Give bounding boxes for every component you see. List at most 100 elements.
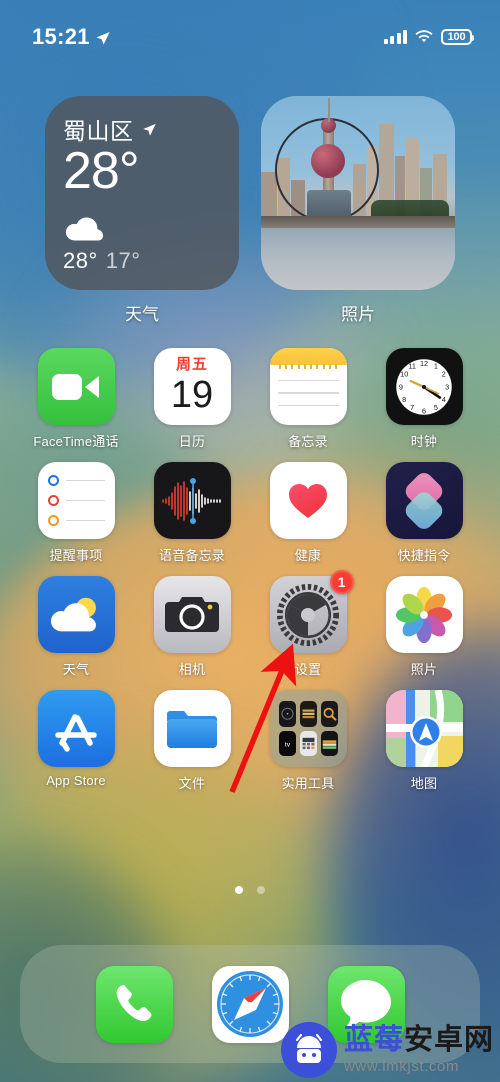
app-store-icon[interactable] [37, 690, 115, 767]
photo-building [261, 172, 277, 216]
notes-line [277, 404, 339, 407]
watermark: 蓝莓安卓网 www.lmkjst.com [280, 1022, 494, 1078]
app-notes[interactable]: 备忘录 [269, 348, 347, 450]
page-dot-2[interactable] [257, 886, 265, 894]
weather-widget-tile[interactable]: 蜀山区 28° 28° 17° [45, 96, 239, 290]
page-dot-1[interactable] [235, 886, 243, 894]
app-camera[interactable]: 相机 [153, 576, 231, 678]
maps-glyph [385, 690, 463, 767]
app-row: 天气 相机 1 设置 照片 [0, 570, 500, 678]
app-label: 实用工具 [281, 776, 335, 791]
files-icon[interactable] [153, 690, 231, 767]
reminder-dot-orange [47, 515, 59, 526]
app-clock[interactable]: 12 1 2 345 678 9 10 11 时钟 [385, 348, 463, 450]
page-indicator[interactable] [0, 886, 500, 894]
svg-text:7: 7 [410, 403, 414, 412]
app-facetime[interactable]: FaceTime通话 [33, 348, 118, 450]
app-shortcuts[interactable]: 快捷指令 [385, 462, 463, 564]
facetime-icon[interactable] [37, 348, 115, 425]
heart-glyph [289, 483, 327, 518]
notes-icon[interactable] [269, 348, 347, 425]
app-voice-memos[interactable]: 语音备忘录 [153, 462, 231, 564]
svg-text:10: 10 [400, 369, 408, 378]
photo-tower-sphere [311, 144, 345, 178]
status-bar-right: 100 [383, 29, 474, 45]
calendar-icon[interactable]: 周五 19 [153, 348, 231, 425]
weather-icon[interactable] [37, 576, 115, 653]
watermark-site-name: 蓝莓安卓网 [344, 1026, 494, 1055]
camera-icon[interactable] [153, 576, 231, 653]
app-label: 时钟 [410, 434, 438, 449]
svg-text:4: 4 [442, 395, 446, 404]
app-label: 文件 [178, 776, 206, 791]
app-photos[interactable]: 照片 [385, 576, 463, 678]
reminder-dot-red [47, 495, 59, 506]
reminders-icon[interactable] [37, 462, 115, 539]
app-label: 备忘录 [288, 434, 328, 449]
app-label: 健康 [294, 548, 322, 563]
maps-icon[interactable] [385, 690, 463, 767]
svg-text:11: 11 [408, 361, 416, 370]
mini-icon-wallet [320, 730, 338, 756]
photos-widget-tile[interactable] [261, 96, 455, 290]
waveform-glyph [162, 477, 221, 524]
battery-indicator: 100 [441, 29, 474, 45]
app-label: 快捷指令 [397, 548, 451, 563]
wifi-icon [415, 30, 433, 43]
app-app-store[interactable]: App Store [37, 690, 115, 792]
android-robot-logo [280, 1022, 337, 1078]
location-arrow-icon [142, 123, 156, 136]
svg-text:8: 8 [402, 395, 406, 404]
phone-icon[interactable] [95, 965, 173, 1043]
app-weather[interactable]: 天气 [37, 576, 115, 678]
analog-clock-face: 12 12 345 678 91011 [396, 358, 452, 415]
safari-icon[interactable] [211, 965, 289, 1043]
weather-widget-highlow: 28° 17° [63, 248, 221, 274]
photos-pinwheel-glyph [395, 586, 453, 643]
status-badge: 1 [329, 570, 354, 594]
cellular-signal-icon [383, 30, 407, 44]
mini-icon-books [299, 701, 317, 727]
watermark-name-part2: 安卓网 [403, 1024, 494, 1056]
weather-widget[interactable]: 蜀山区 28° 28° 17° 天气 [45, 96, 239, 325]
svg-text:9: 9 [399, 382, 403, 391]
app-label: 相机 [178, 662, 206, 677]
app-label: FaceTime通话 [33, 434, 119, 449]
status-bar-clock: 15:21 [32, 24, 90, 49]
app-label: 日历 [178, 434, 206, 449]
notes-line [277, 380, 339, 382]
voice-memos-icon[interactable] [153, 462, 231, 539]
app-health[interactable]: 健康 [269, 462, 347, 564]
app-calendar[interactable]: 周五 19 日历 [153, 348, 231, 450]
folder-glyph [167, 710, 217, 748]
photo-river [261, 228, 455, 290]
camera-glyph [165, 596, 219, 632]
photos-widget[interactable]: 照片 [261, 96, 455, 325]
utilities-folder-icon[interactable]: tv [269, 690, 347, 767]
notes-header-band [269, 348, 347, 365]
photos-icon[interactable] [385, 576, 463, 653]
widget-row: 蜀山区 28° 28° 17° 天气 照片 [0, 96, 500, 325]
app-maps[interactable]: 地图 [385, 690, 463, 792]
app-row: App Store 文件 tv 实用工具 地图 [0, 690, 500, 792]
svg-text:3: 3 [445, 382, 449, 391]
shortcuts-icon[interactable] [385, 462, 463, 539]
status-bar-left: 15:21 [32, 24, 111, 50]
svg-text:tv: tv [284, 741, 290, 748]
calendar-day: 19 [170, 374, 214, 416]
app-label: App Store [46, 773, 106, 788]
mini-icon-compass [278, 701, 296, 727]
app-settings[interactable]: 1 设置 [269, 570, 354, 678]
reminder-dot-blue [47, 475, 59, 486]
app-files[interactable]: 文件 [153, 690, 231, 792]
location-arrow-icon [96, 32, 110, 45]
watermark-name-part1: 蓝莓 [343, 1024, 404, 1056]
mini-icon-calculator [299, 730, 317, 756]
app-utilities-folder[interactable]: tv 实用工具 [269, 690, 347, 792]
health-icon[interactable] [269, 462, 347, 539]
clock-icon[interactable]: 12 1 2 345 678 9 10 11 [385, 348, 463, 425]
app-label: 设置 [294, 662, 322, 677]
notes-rings [270, 364, 347, 369]
mini-icon-apple-tv: tv [278, 730, 296, 756]
app-reminders[interactable]: 提醒事项 [37, 462, 115, 564]
